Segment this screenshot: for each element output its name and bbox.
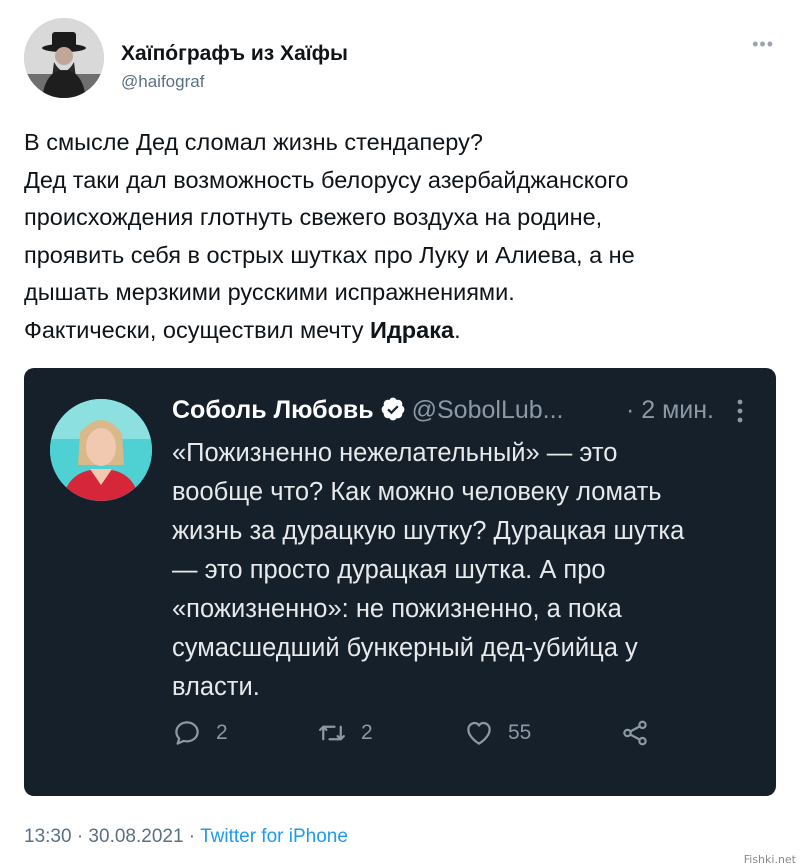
tweet-line-last: Фактически, осуществил мечту Идрака. <box>24 312 776 350</box>
verified-badge-icon <box>381 397 404 421</box>
heart-icon <box>467 721 491 745</box>
reply-icon <box>175 721 199 745</box>
tweet-line-end: . <box>454 316 461 343</box>
tweet-metadata: 13:30 · 30.08.2021 · Twitter for iPhone <box>24 826 348 848</box>
quoted-line: жизнь за дурацкую шутку? Дурацкая шутка <box>172 517 685 545</box>
tweet-header: Хаїпо́графъ из Хаїфы @haifograf ••• <box>24 18 784 98</box>
quoted-action-bar: 2 2 55 <box>172 713 752 753</box>
quoted-line: «Пожизненно нежелательный» — это <box>172 439 618 467</box>
like-button[interactable]: 55 <box>464 713 531 753</box>
tweet-line-text: Фактически, осуществил мечту <box>24 316 370 343</box>
quoted-line: сумасшедший бункерный дед-убийца у <box>172 634 638 662</box>
quoted-tweet-card[interactable]: Соболь Любовь @SobolLub... · 2 мин. «Пожи… <box>24 368 776 796</box>
quoted-author-avatar[interactable] <box>50 399 152 501</box>
vertical-more-icon[interactable] <box>736 398 744 424</box>
quoted-author-name[interactable]: Соболь Любовь <box>172 396 374 424</box>
reply-button[interactable]: 2 <box>172 713 228 753</box>
watermark: Fishki.net <box>743 853 796 866</box>
author-name[interactable]: Хаїпо́графъ из Хаїфы <box>121 42 348 66</box>
retweet-icon <box>319 725 345 741</box>
tweet-bold-word: Идрака <box>369 316 455 343</box>
tweet-line: В смысле Дед сломал жизнь стендаперу? <box>24 129 483 155</box>
share-icon <box>623 720 647 746</box>
quoted-line: «пожизненно»: не пожизненно, а пока <box>172 595 622 623</box>
tweet-line: Дед таки дал возможность белорусу азерба… <box>24 166 629 193</box>
quoted-tweet-body: «Пожизненно нежелательный» — это вообще … <box>172 434 772 707</box>
quoted-header: Соболь Любовь @SobolLub... <box>172 396 564 425</box>
author-avatar[interactable] <box>24 18 104 98</box>
tweet-line: проявить себя в острых шутках про Луку и… <box>24 241 635 268</box>
share-button[interactable] <box>620 713 650 753</box>
quoted-line: — это просто дурацкая шутка. А про <box>172 556 606 584</box>
more-options-icon[interactable]: ••• <box>752 34 774 55</box>
retweet-count: 2 <box>361 721 373 744</box>
quoted-line: вообще что? Как можно человеку ломать <box>172 478 662 506</box>
tweet-line: происхождения глотнуть свежего воздуха н… <box>24 204 603 231</box>
like-count: 55 <box>508 721 532 744</box>
tweet-body: В смысле Дед сломал жизнь стендаперу? Де… <box>24 124 776 350</box>
tweet-source-link[interactable]: Twitter for iPhone <box>200 826 348 847</box>
retweet-button[interactable]: 2 <box>317 713 373 753</box>
quoted-author-handle[interactable]: @SobolLub... <box>412 396 564 424</box>
quoted-timestamp[interactable]: · 2 мин. <box>626 396 714 425</box>
author-handle[interactable]: @haifograf <box>121 72 204 92</box>
quoted-line: власти. <box>172 673 260 701</box>
reply-count: 2 <box>216 721 228 744</box>
tweet-line: дышать мерзкими русскими испражнениями. <box>24 279 515 306</box>
tweet-timestamp[interactable]: 13:30 · 30.08.2021 · <box>24 826 200 847</box>
